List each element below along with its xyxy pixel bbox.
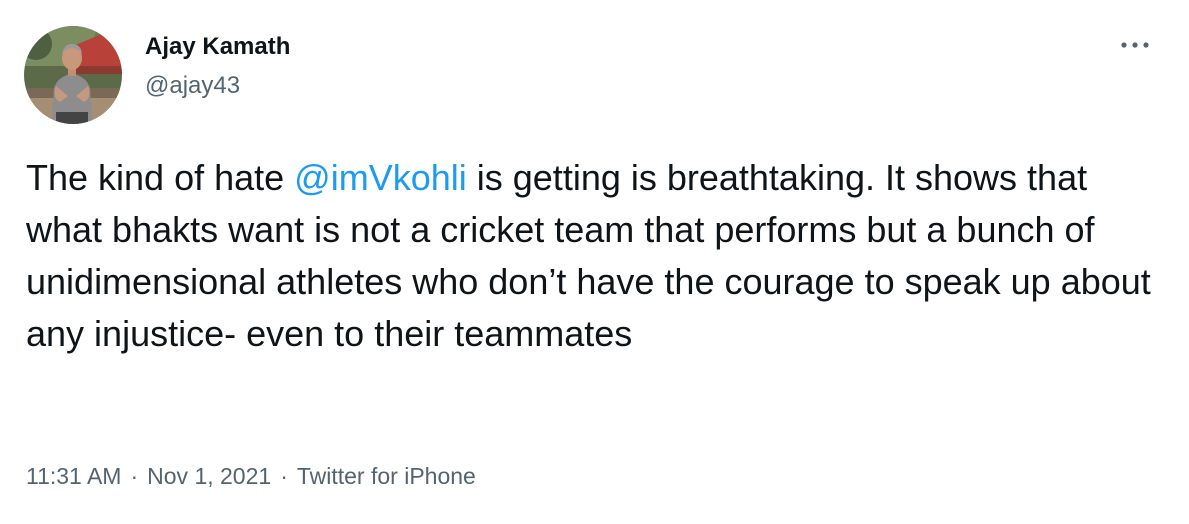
more-options-button[interactable] bbox=[1114, 30, 1158, 60]
tweet-source[interactable]: Twitter for iPhone bbox=[297, 463, 476, 489]
meta-separator: · bbox=[280, 463, 288, 489]
tweet-date[interactable]: Nov 1, 2021 bbox=[147, 463, 271, 489]
tweet-text-start: The kind of hate bbox=[26, 157, 295, 198]
tweet-text: The kind of hate @imVkohli is getting is… bbox=[26, 152, 1166, 360]
tweet-metadata: 11:31 AM · Nov 1, 2021 · Twitter for iPhone bbox=[26, 462, 476, 490]
author-handle[interactable]: @ajay43 bbox=[145, 72, 240, 100]
more-horizontal-icon bbox=[1121, 42, 1149, 48]
meta-separator: · bbox=[130, 463, 139, 489]
mention-link[interactable]: @imVkohli bbox=[294, 157, 467, 198]
tweet-time[interactable]: 11:31 AM bbox=[26, 463, 121, 489]
avatar[interactable] bbox=[24, 26, 122, 124]
tweet-card: Ajay Kamath @ajay43 The kind of hate @im… bbox=[0, 0, 1189, 524]
author-display-name[interactable]: Ajay Kamath bbox=[145, 33, 290, 61]
